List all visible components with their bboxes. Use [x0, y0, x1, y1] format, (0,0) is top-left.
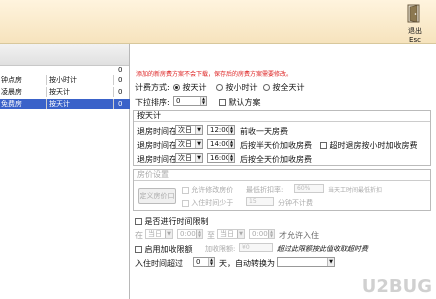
rule2-prefix: 退房时间在: [137, 141, 177, 150]
time-limit-day2-select[interactable]: 当日 ▼: [217, 229, 245, 239]
sort-stepper[interactable]: 0 ▲ ▼: [173, 96, 207, 106]
surcharge-input[interactable]: ¥0: [239, 243, 273, 252]
warning-text: 添加的新房费方案不会下载，保存后的房费方案需要修改。: [136, 71, 293, 78]
rule3-time-stepper[interactable]: 16:00 ▲ ▼: [207, 153, 235, 163]
list-item[interactable]: 凌晨房 按天计 0: [0, 87, 130, 97]
chevron-down-icon: ▼: [195, 154, 202, 162]
checkin-limit-suffix: 分钟不计费: [278, 199, 313, 207]
auto-convert-mid-label: 天，自动转换为: [219, 259, 275, 268]
sort-label: 下拉排序:: [135, 98, 170, 107]
price-group: 房价设置 定义房价口 允许修改房价 最低折扣率: 60% 当天工时间最低折扣 入…: [133, 169, 431, 211]
rule2-suffix: 后按半天价加收房费: [240, 141, 312, 150]
exit-label: 退出: [408, 27, 422, 35]
hourly-overtime-checkbox[interactable]: 超时退房按小时加收房费: [320, 140, 418, 151]
time-limit-day1-select[interactable]: 当日 ▼: [145, 229, 173, 239]
rule2-day-select[interactable]: 次日 ▼: [175, 139, 203, 149]
exit-door-icon: [407, 4, 420, 23]
checkbox-icon: [135, 218, 142, 225]
spin-arrows-icon: ▲ ▼: [196, 229, 202, 238]
time-limit-suffix: 才允许入住: [279, 231, 319, 240]
rule2-time-stepper[interactable]: 14:00 ▲ ▼: [207, 139, 235, 149]
billing-option-hour[interactable]: 按小时计: [216, 82, 258, 93]
auto-convert-label: 入住时间超过: [135, 259, 183, 268]
rule1-suffix: 前收一天房费: [240, 127, 288, 136]
radio-icon: [173, 84, 180, 91]
chevron-down-icon: ▼: [195, 140, 202, 148]
spin-arrows-icon: ▲ ▼: [200, 96, 206, 105]
checkbox-icon: [182, 186, 189, 194]
exit-button[interactable]: 退出 Esc: [398, 4, 432, 44]
scheme-form: 添加的新房费方案不会下载，保存后的房费方案需要修改。 计费方式: 按天计 按小时…: [131, 44, 436, 299]
rule1-day-select[interactable]: 次日 ▼: [175, 125, 203, 135]
spin-arrows-icon: ▲ ▼: [228, 153, 234, 162]
day-billing-group: 按天计 退房时间在 次日 ▼ 12:00 ▲ ▼ 前收一天房费 退房时间在 次日 ▼ 1…: [133, 110, 431, 166]
surcharge-hint: 超过此限额按此值收取超时费: [277, 245, 368, 253]
time-limit-checkbox[interactable]: 是否进行时间限制: [135, 216, 209, 227]
define-price-button[interactable]: 定义房价口: [138, 188, 176, 204]
checkin-limit-stepper[interactable]: 15: [246, 197, 274, 206]
surcharge-label: 加收限额:: [205, 245, 236, 253]
rule1-prefix: 退房时间在: [137, 127, 177, 136]
time-limit-to-label: 至: [207, 231, 215, 240]
chevron-down-icon: ▼: [165, 230, 172, 238]
spin-arrows-icon: ▲ ▼: [268, 229, 274, 238]
spin-arrows-icon: ▲ ▼: [228, 139, 234, 148]
time-limit-time2-stepper[interactable]: 0:00 ▲ ▼: [249, 229, 275, 239]
checkbox-icon: [320, 142, 327, 149]
chevron-down-icon: ▼: [237, 230, 244, 238]
enable-surcharge-checkbox[interactable]: 启用加收限额: [135, 244, 193, 255]
group-title: 房价设置: [137, 170, 169, 179]
list-extra-value: 0: [118, 66, 123, 74]
toolbar: 退出 Esc: [0, 0, 436, 44]
min-discount-hint: 当天工时间最低折扣: [328, 187, 383, 194]
billing-label: 计费方式:: [135, 83, 170, 92]
rule3-day-select[interactable]: 次日 ▼: [175, 153, 203, 163]
auto-convert-days-stepper[interactable]: 0 ▲ ▼: [193, 257, 215, 267]
time-limit-time1-stepper[interactable]: 0:00 ▲ ▼: [177, 229, 203, 239]
chevron-down-icon: ▼: [195, 126, 202, 134]
spin-arrows-icon: ▲ ▼: [228, 125, 234, 134]
rule1-time-stepper[interactable]: 12:00 ▲ ▼: [207, 125, 235, 135]
watermark-logo: U2BUG: [361, 276, 432, 297]
checkbox-icon: [219, 99, 226, 106]
min-discount-input[interactable]: 60%: [294, 184, 324, 193]
group-title: 按天计: [137, 111, 161, 120]
rule3-suffix: 后按全天价加收房费: [240, 155, 312, 164]
checkbox-icon: [135, 246, 142, 253]
spin-arrows-icon: ▲ ▼: [208, 257, 214, 266]
billing-option-day[interactable]: 按天计: [173, 82, 207, 93]
list-item[interactable]: 钟点房 按小时计 0: [0, 75, 130, 85]
exit-shortcut: Esc: [409, 36, 421, 44]
time-limit-from-label: 在: [135, 231, 143, 240]
rule3-prefix: 退房时间在: [137, 155, 177, 164]
radio-icon: [263, 84, 270, 91]
list-item-selected[interactable]: 免费房 按天计 0: [0, 99, 130, 109]
chevron-down-icon: ▼: [327, 258, 334, 266]
auto-convert-target-select[interactable]: ▼: [277, 257, 335, 267]
radio-icon: [216, 84, 223, 91]
allow-discount-checkbox[interactable]: 允许修改房价: [182, 185, 233, 195]
default-scheme-checkbox[interactable]: 默认方案: [219, 97, 261, 108]
checkbox-icon: [182, 199, 189, 207]
billing-option-fullday[interactable]: 按全天计: [263, 82, 305, 93]
list-header: [0, 44, 129, 66]
scheme-list: 钟点房 按小时计 0 凌晨房 按天计 0 免费房 按天计 0 0: [0, 44, 130, 299]
checkin-limit-checkbox[interactable]: 入住时间少于: [182, 198, 233, 208]
min-discount-label: 最低折扣率:: [246, 186, 284, 194]
